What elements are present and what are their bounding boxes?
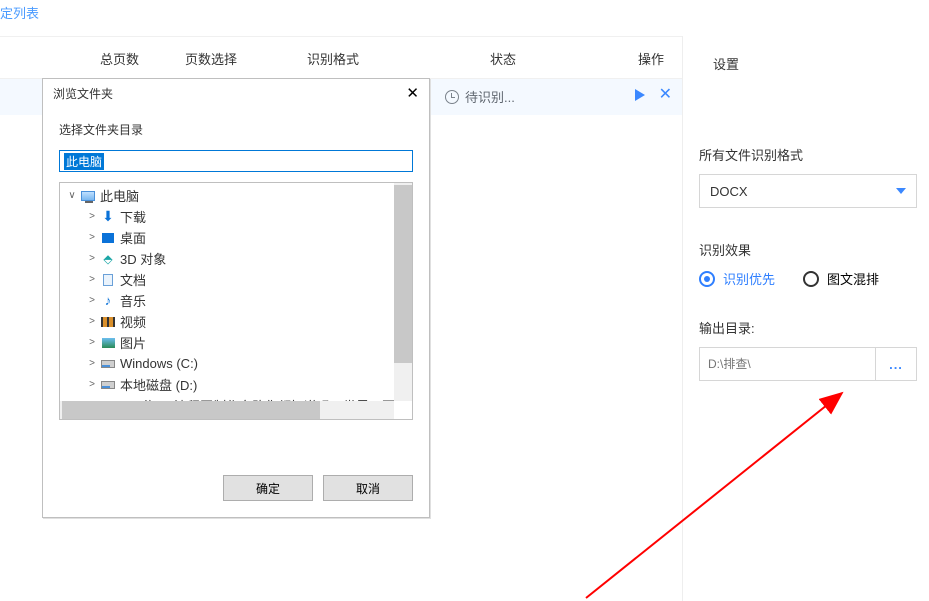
expand-icon[interactable]: > bbox=[86, 232, 98, 243]
expand-icon[interactable]: > bbox=[86, 211, 98, 222]
clock-icon bbox=[445, 90, 459, 104]
tree-node[interactable]: > 桌面 bbox=[60, 227, 394, 248]
expand-icon[interactable]: > bbox=[86, 358, 98, 369]
expand-icon[interactable]: ∨ bbox=[66, 190, 78, 201]
effect-label: 识别效果 bbox=[699, 240, 917, 259]
tree-node-label: 音乐 bbox=[120, 291, 146, 310]
col-operation: 操作 bbox=[638, 49, 664, 68]
play-icon[interactable] bbox=[635, 89, 645, 101]
dialog-title: 浏览文件夹 bbox=[53, 85, 113, 102]
radio-icon bbox=[803, 271, 819, 287]
settings-panel: 设置 所有文件识别格式 DOCX 识别效果 识别优先 图文混排 输出目录: ..… bbox=[682, 36, 929, 601]
format-value: DOCX bbox=[710, 184, 748, 199]
tree-node[interactable]: > 文档 bbox=[60, 269, 394, 290]
tree-node[interactable]: >♪音乐 bbox=[60, 290, 394, 311]
expand-icon[interactable]: > bbox=[86, 337, 98, 348]
radio-mixed-label: 图文混排 bbox=[827, 269, 879, 288]
expand-icon[interactable]: > bbox=[86, 274, 98, 285]
format-select[interactable]: DOCX bbox=[699, 174, 917, 208]
col-total-pages: 总页数 bbox=[100, 49, 139, 68]
chevron-down-icon bbox=[896, 188, 906, 194]
col-page-select: 页数选择 bbox=[185, 49, 237, 68]
tree-node-label: 图片 bbox=[120, 333, 146, 352]
folder-path-input[interactable]: 此电脑 bbox=[59, 150, 413, 172]
breadcrumb-link[interactable]: 定列表 bbox=[0, 3, 39, 22]
tree-node[interactable]: > 本地磁盘 (D:) bbox=[60, 374, 394, 395]
expand-icon[interactable]: > bbox=[86, 316, 98, 327]
tree-node-label: 此电脑 bbox=[100, 186, 139, 205]
radio-mixed[interactable]: 图文混排 bbox=[803, 269, 879, 288]
folder-browse-dialog: 浏览文件夹 ✕ 选择文件夹目录 此电脑 ∨此电脑>⬇下载>桌面>⬘3D 对象>文… bbox=[42, 78, 430, 518]
operation-cell: ✕ bbox=[635, 87, 672, 103]
radio-priority-label: 识别优先 bbox=[723, 269, 775, 288]
horizontal-scrollbar[interactable] bbox=[60, 401, 394, 419]
tree-node-label: 下载 bbox=[120, 207, 146, 226]
tree-node-label: 本地磁盘 (D:) bbox=[120, 375, 197, 394]
browse-button[interactable]: ... bbox=[875, 347, 917, 381]
tree-node-label: 视频 bbox=[120, 312, 146, 331]
output-path-input[interactable] bbox=[699, 347, 875, 381]
expand-icon[interactable]: > bbox=[86, 379, 98, 390]
tree-node-label: Windows (C:) bbox=[120, 356, 198, 371]
tree-node[interactable]: >⬇下载 bbox=[60, 206, 394, 227]
col-format: 识别格式 bbox=[307, 49, 359, 68]
output-label: 输出目录: bbox=[699, 318, 917, 337]
settings-title: 设置 bbox=[683, 36, 929, 73]
expand-icon[interactable]: > bbox=[86, 295, 98, 306]
tree-node[interactable]: > 图片 bbox=[60, 332, 394, 353]
dialog-subtitle: 选择文件夹目录 bbox=[43, 103, 429, 150]
tree-node[interactable]: > Windows (C:) bbox=[60, 353, 394, 374]
table-header: 总页数 页数选择 识别格式 状态 操作 bbox=[0, 37, 682, 79]
folder-tree: ∨此电脑>⬇下载>桌面>⬘3D 对象>文档>♪音乐>视频>图片>Windows … bbox=[59, 182, 413, 420]
expand-icon[interactable]: > bbox=[86, 253, 98, 264]
col-status: 状态 bbox=[490, 49, 516, 68]
tree-node[interactable]: > 视频 bbox=[60, 311, 394, 332]
status-cell: 待识别... bbox=[445, 87, 515, 106]
close-icon[interactable]: ✕ bbox=[659, 87, 672, 103]
vertical-scrollbar[interactable] bbox=[394, 183, 412, 401]
ok-button[interactable]: 确定 bbox=[223, 475, 313, 501]
tree-node[interactable]: ∨ 此电脑 bbox=[60, 185, 394, 206]
dialog-close-icon[interactable]: ✕ bbox=[402, 84, 423, 102]
tree-node[interactable]: >⬘3D 对象 bbox=[60, 248, 394, 269]
cancel-button[interactable]: 取消 bbox=[323, 475, 413, 501]
radio-priority[interactable]: 识别优先 bbox=[699, 269, 775, 288]
radio-icon bbox=[699, 271, 715, 287]
status-text: 待识别... bbox=[465, 87, 515, 106]
folder-path-value: 此电脑 bbox=[64, 153, 104, 170]
tree-node-label: 桌面 bbox=[120, 228, 146, 247]
tree-node-label: 3D 对象 bbox=[120, 249, 166, 268]
dialog-titlebar: 浏览文件夹 ✕ bbox=[43, 79, 429, 103]
tree-node-label: 文档 bbox=[120, 270, 146, 289]
format-label: 所有文件识别格式 bbox=[699, 145, 917, 164]
